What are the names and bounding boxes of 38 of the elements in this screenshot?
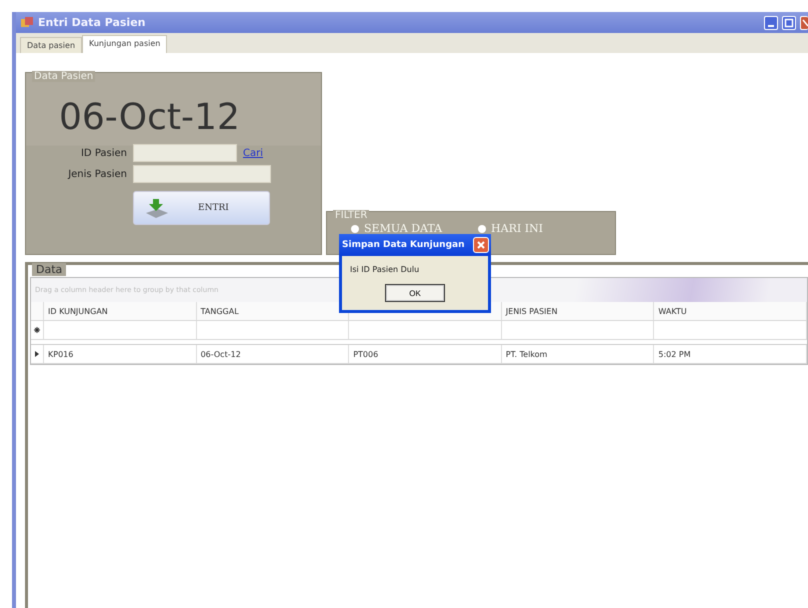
table-cell: PT. Telkom (502, 345, 654, 363)
column-header[interactable]: JENIS PASIEN (502, 302, 654, 320)
close-button[interactable] (800, 16, 808, 30)
tab[interactable]: Kunjungan pasien (82, 35, 168, 53)
current-row-icon (35, 351, 39, 357)
entri-button[interactable]: ENTRI (133, 191, 270, 225)
maximize-icon (784, 18, 794, 28)
id-pasien-field[interactable] (133, 144, 237, 162)
minimize-button[interactable] (764, 16, 778, 30)
close-icon (802, 18, 808, 28)
minimize-icon (768, 24, 774, 26)
app-icon (20, 16, 34, 30)
group-legend: Data Pasien (32, 71, 96, 82)
radio-button[interactable] (351, 224, 359, 232)
field-label: Jenis Pasien (66, 168, 127, 180)
dialog-message: Isi ID Pasien Dulu (350, 265, 420, 274)
column-header[interactable]: WAKTU (654, 302, 807, 320)
ok-button[interactable]: OK (385, 284, 445, 302)
column-header[interactable]: ID KUNJUNGAN (44, 302, 197, 320)
date-label: 06-Oct-12 (58, 97, 241, 138)
table-cell: PT006 (349, 345, 502, 363)
jenis-pasien-field[interactable] (133, 165, 271, 183)
arrow-down-disk-icon (144, 197, 170, 219)
maximize-button[interactable] (782, 16, 796, 30)
table-cell: 06-Oct-12 (196, 345, 350, 363)
field-label: ID Pasien (80, 148, 127, 158)
group-legend: Data (32, 263, 66, 276)
new-row-icon (34, 327, 40, 333)
cari-link[interactable]: Cari (243, 148, 263, 158)
table-cell: KP016 (44, 345, 197, 363)
close-button[interactable] (473, 237, 489, 253)
dialog-title: Simpan Data Kunjungan (342, 240, 465, 250)
tab[interactable]: Data pasien (20, 37, 82, 53)
table-cell: 5:02 PM (654, 345, 807, 363)
window-title: Entri Data Pasien (38, 16, 146, 29)
group-legend: FILTER (333, 210, 370, 221)
close-icon (476, 240, 486, 250)
radio-button[interactable] (478, 224, 486, 232)
